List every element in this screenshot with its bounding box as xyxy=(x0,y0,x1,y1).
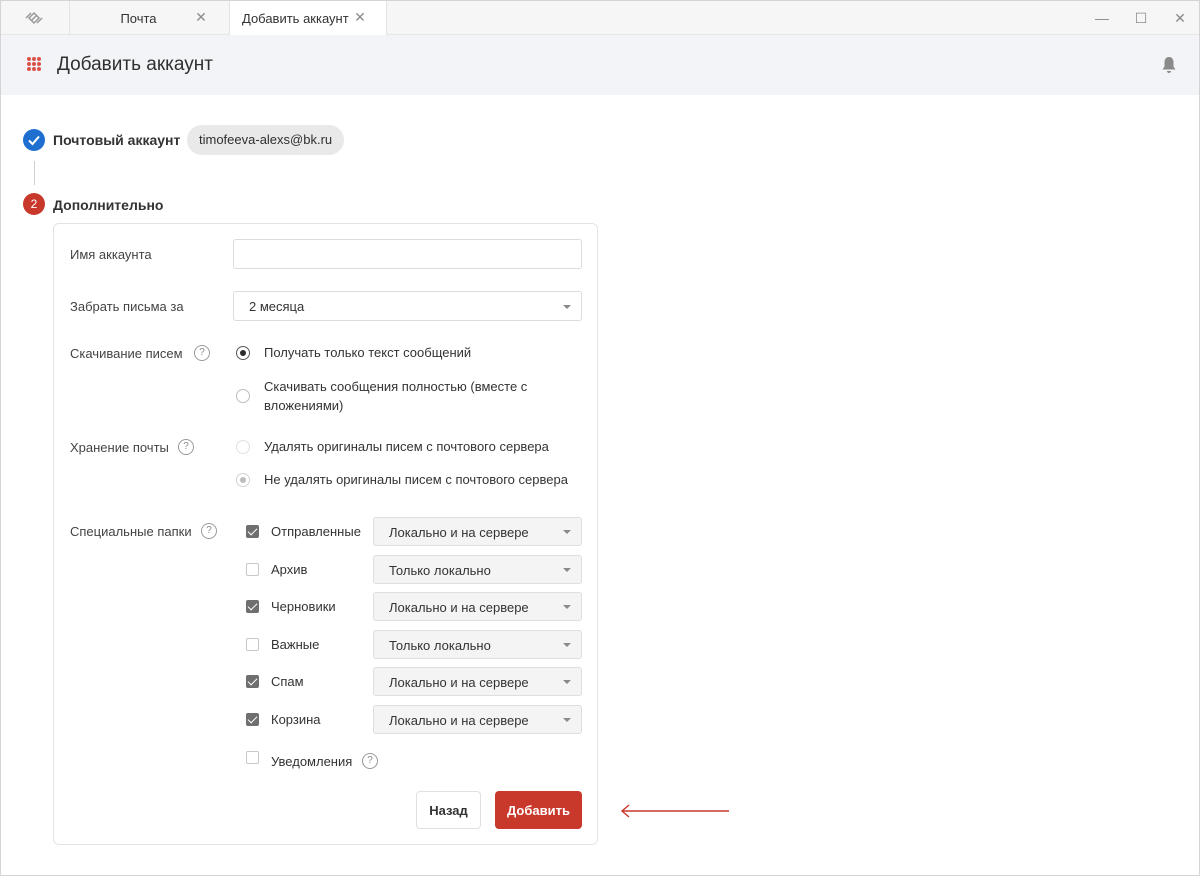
chevron-down-icon xyxy=(563,568,571,572)
radio-keep-originals-label: Не удалять оригиналы писем с почтового с… xyxy=(264,472,568,487)
folder-sent-label: Отправленные xyxy=(271,524,361,539)
folder-important-mode-select[interactable]: Только локально xyxy=(373,630,582,659)
folder-archive-mode-select[interactable]: Только локально xyxy=(373,555,582,584)
apps-grid-icon[interactable] xyxy=(27,57,41,71)
chevron-down-icon xyxy=(563,530,571,534)
step-number-badge: 2 xyxy=(23,193,45,215)
fetch-period-select[interactable]: 2 месяца xyxy=(233,291,582,321)
app-logo-icon xyxy=(25,11,43,25)
tab-add-account-label: Добавить аккаунт xyxy=(242,11,349,26)
folder-trash-mode-select[interactable]: Локально и на сервере xyxy=(373,705,582,734)
help-icon[interactable]: ? xyxy=(194,345,210,361)
account-name-label: Имя аккаунта xyxy=(70,247,152,262)
fetch-period-label: Забрать письма за xyxy=(70,299,184,314)
folder-drafts-label: Черновики xyxy=(271,599,336,614)
help-icon[interactable]: ? xyxy=(178,439,194,455)
email-chip: timofeeva-alexs@bk.ru xyxy=(187,125,345,155)
folder-important-checkbox[interactable] xyxy=(246,638,259,651)
folder-archive-mode-value: Только локально xyxy=(389,563,491,578)
window-close-icon[interactable]: ✕ xyxy=(1171,9,1189,27)
step-mail-account-label: Почтовый аккаунт xyxy=(53,132,181,148)
folder-sent-mode-value: Локально и на сервере xyxy=(389,525,529,540)
folder-spam-mode-select[interactable]: Локально и на сервере xyxy=(373,667,582,696)
minimize-icon[interactable]: — xyxy=(1093,9,1111,27)
chevron-down-icon xyxy=(563,305,571,309)
chevron-down-icon xyxy=(563,680,571,684)
folder-trash-label: Корзина xyxy=(271,712,321,727)
back-button[interactable]: Назад xyxy=(416,791,481,829)
folder-archive-checkbox[interactable] xyxy=(246,563,259,576)
storage-label: Хранение почты xyxy=(70,440,169,455)
step-additional-label: Дополнительно xyxy=(53,197,164,213)
radio-delete-originals[interactable] xyxy=(236,440,250,454)
step-connector xyxy=(34,161,35,185)
tab-mail[interactable]: Почта ✕ xyxy=(69,1,229,35)
folder-important-label: Важные xyxy=(271,637,320,652)
close-icon[interactable]: ✕ xyxy=(354,10,366,24)
radio-full-download[interactable] xyxy=(236,389,250,403)
radio-full-download-label-line2: вложениями) xyxy=(264,398,344,413)
radio-delete-originals-label: Удалять оригиналы писем с почтового серв… xyxy=(264,439,549,454)
folder-archive-label: Архив xyxy=(271,562,308,577)
tab-add-account[interactable]: Добавить аккаунт ✕ xyxy=(229,1,387,36)
folder-trash-mode-value: Локально и на сервере xyxy=(389,713,529,728)
special-folders-label: Специальные папки xyxy=(70,524,192,539)
close-icon[interactable]: ✕ xyxy=(195,10,207,24)
radio-full-download-label-line1: Скачивать сообщения полностью (вместе с xyxy=(264,379,528,394)
folder-spam-label: Спам xyxy=(271,674,304,689)
notifications-checkbox[interactable] xyxy=(246,751,259,764)
bell-icon[interactable] xyxy=(1161,56,1177,74)
page-title: Добавить аккаунт xyxy=(57,54,213,75)
folder-important-mode-value: Только локально xyxy=(389,638,491,653)
folder-trash-checkbox[interactable] xyxy=(246,713,259,726)
add-button[interactable]: Добавить xyxy=(495,791,582,829)
help-icon[interactable]: ? xyxy=(362,753,378,769)
app-window: Почта ✕ Добавить аккаунт ✕ — ☐ ✕ Добавит… xyxy=(0,0,1200,876)
maximize-icon[interactable]: ☐ xyxy=(1132,9,1150,27)
pointer-arrow-icon xyxy=(620,804,729,818)
download-label: Скачивание писем xyxy=(70,346,183,361)
folder-drafts-mode-select[interactable]: Локально и на сервере xyxy=(373,592,582,621)
folder-drafts-mode-value: Локально и на сервере xyxy=(389,600,529,615)
help-icon[interactable]: ? xyxy=(201,523,217,539)
account-name-input[interactable] xyxy=(233,239,582,269)
title-bar: Почта ✕ Добавить аккаунт ✕ — ☐ ✕ xyxy=(1,1,1199,36)
radio-text-only[interactable] xyxy=(236,346,250,360)
radio-keep-originals[interactable] xyxy=(236,473,250,487)
folder-spam-mode-value: Локально и на сервере xyxy=(389,675,529,690)
folder-sent-mode-select[interactable]: Локально и на сервере xyxy=(373,517,582,546)
notifications-label: Уведомления xyxy=(271,754,353,769)
folder-drafts-checkbox[interactable] xyxy=(246,600,259,613)
chevron-down-icon xyxy=(563,643,571,647)
tab-mail-label: Почта xyxy=(120,10,157,26)
chevron-down-icon xyxy=(563,605,571,609)
fetch-period-value: 2 месяца xyxy=(249,299,305,314)
folder-sent-checkbox[interactable] xyxy=(246,525,259,538)
chevron-down-icon xyxy=(563,718,571,722)
radio-text-only-label: Получать только текст сообщений xyxy=(264,345,472,360)
page-header: Добавить аккаунт xyxy=(1,35,1199,95)
step-done-icon xyxy=(23,129,45,151)
folder-spam-checkbox[interactable] xyxy=(246,675,259,688)
